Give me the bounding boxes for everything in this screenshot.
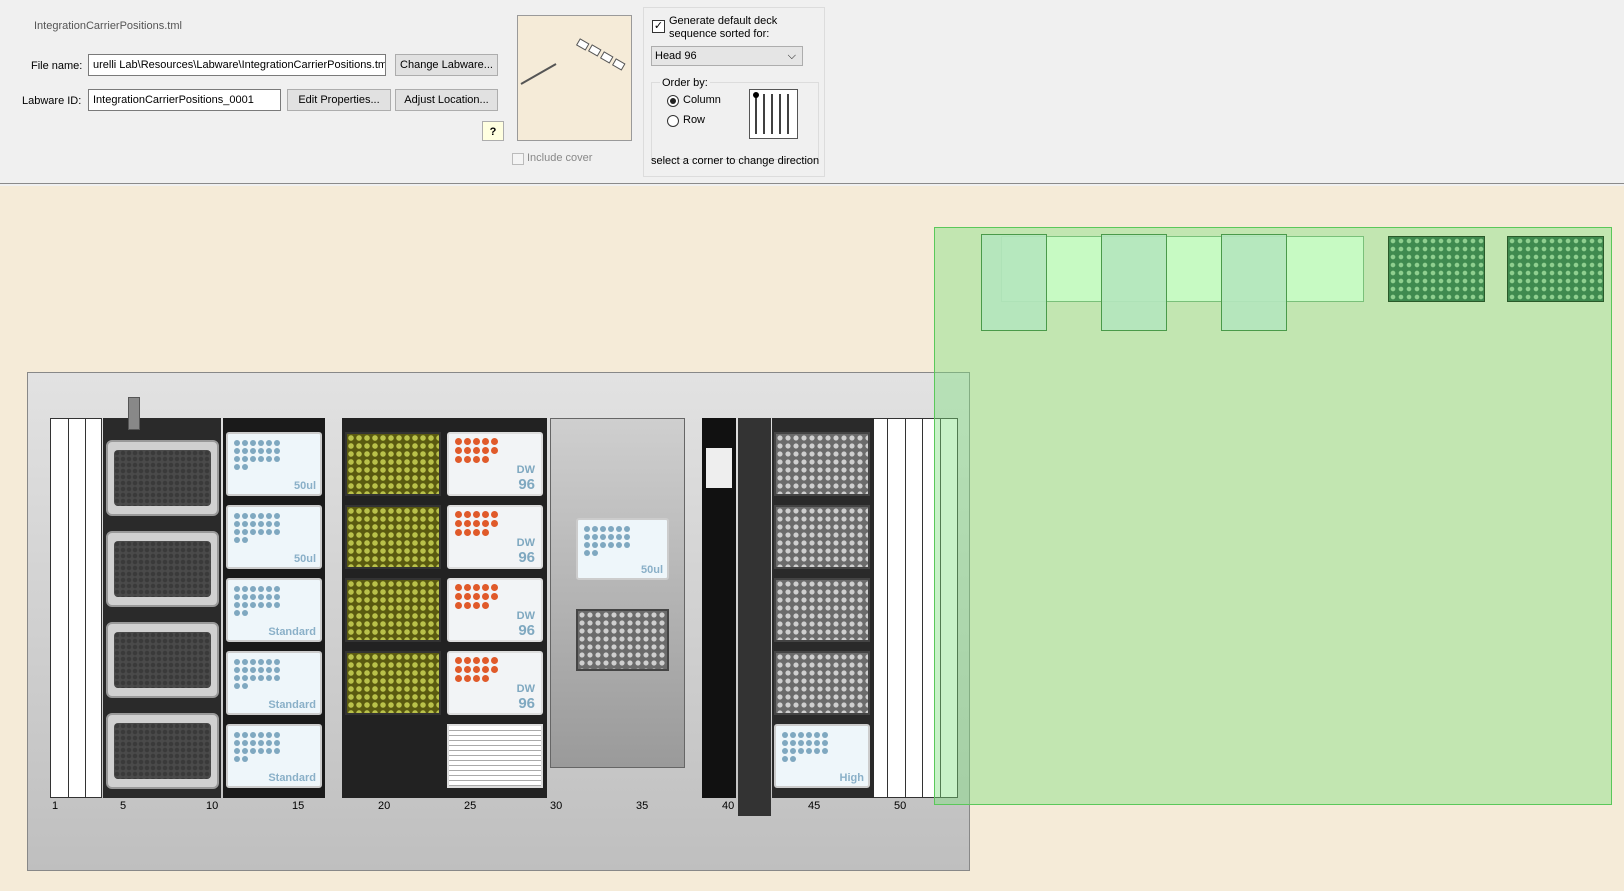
tip-rack-standard[interactable]: Standard <box>226 724 322 788</box>
left-slots <box>50 418 102 798</box>
include-cover-checkbox[interactable] <box>512 153 524 165</box>
center-module[interactable] <box>550 418 685 768</box>
ruler-label: 10 <box>206 800 219 812</box>
ruler-label: 50 <box>894 800 907 812</box>
ruler-label: 35 <box>636 800 649 812</box>
generate-sequence-checkbox[interactable]: ✓ <box>652 20 665 33</box>
plate-96[interactable] <box>774 578 870 642</box>
row-label: Row <box>683 114 706 126</box>
adjust-location-button[interactable]: Adjust Location... <box>395 89 498 111</box>
reservoir[interactable] <box>106 440 219 516</box>
rail <box>68 418 69 798</box>
corner-direction-picker[interactable] <box>749 89 798 139</box>
rail <box>85 418 86 798</box>
tip-strip[interactable] <box>738 418 771 816</box>
tip-rack-standard[interactable]: Standard <box>226 578 322 642</box>
dw-label: DW <box>516 537 535 549</box>
edit-properties-button[interactable]: Edit Properties... <box>287 89 391 111</box>
tip-label: Standard <box>268 772 316 784</box>
plate-96[interactable] <box>774 505 870 569</box>
dw96-position-3[interactable] <box>1221 234 1287 331</box>
plate-96-selected[interactable] <box>1388 236 1485 302</box>
plate-96[interactable] <box>774 651 870 715</box>
corner-hint: select a corner to change direction <box>651 155 820 167</box>
generate-sequence-label: Generate default deck sequence sorted fo… <box>669 15 778 40</box>
plate-96[interactable] <box>774 432 870 496</box>
dw96-position-2[interactable] <box>1101 234 1167 331</box>
carrier-bar <box>1001 236 1364 302</box>
change-labware-button[interactable]: Change Labware... <box>395 54 498 76</box>
filename-caption: IntegrationCarrierPositions.tml <box>34 20 182 32</box>
column-radio[interactable] <box>667 95 679 107</box>
plate-96[interactable] <box>345 432 441 496</box>
reservoir[interactable] <box>106 622 219 698</box>
tip-label: 50ul <box>293 553 316 565</box>
head-select-value: Head 96 <box>655 50 697 62</box>
column-indicator <box>706 448 732 488</box>
dw-96-label: 96 <box>518 549 535 566</box>
tip-label: Standard <box>268 626 316 638</box>
ruler-label: 20 <box>378 800 391 812</box>
column-label: Column <box>683 94 721 106</box>
help-button[interactable]: ? <box>482 121 504 141</box>
reservoir[interactable] <box>106 531 219 607</box>
tip-label: Standard <box>268 699 316 711</box>
ruler-label: 40 <box>722 800 735 812</box>
row-radio[interactable] <box>667 115 679 127</box>
empty-position[interactable] <box>447 724 543 788</box>
preview-drawing <box>520 38 626 85</box>
dw96-position-1[interactable] <box>981 234 1047 331</box>
reservoir[interactable] <box>106 713 219 789</box>
rail <box>887 418 888 798</box>
tip-label: High <box>839 772 864 784</box>
carrier-handle <box>128 397 140 430</box>
dw-96-label: 96 <box>518 622 535 639</box>
rail <box>905 418 906 798</box>
direction-arrows-icon <box>753 92 789 134</box>
ruler-label: 15 <box>292 800 305 812</box>
tip-rack-50ul[interactable]: 50ul <box>226 432 322 496</box>
ruler-label: 5 <box>120 800 127 812</box>
include-cover-label: Include cover <box>527 152 593 164</box>
file-name-field[interactable]: urelli Lab\Resources\Labware\Integration… <box>88 54 386 76</box>
properties-panel: IntegrationCarrierPositions.tml File nam… <box>0 0 1624 184</box>
order-by-group: Order by: Column Row <box>651 77 819 160</box>
dw-96-label: 96 <box>518 476 535 493</box>
chevron-down-icon: ⌵ <box>787 50 796 62</box>
tip-rack-standard[interactable]: Standard <box>226 651 322 715</box>
tip-label: 50ul <box>640 564 663 576</box>
tip-rack-50ul[interactable]: 50ul <box>226 505 322 569</box>
plate-96[interactable] <box>576 609 669 671</box>
deep-well-plate[interactable]: DW 96 <box>447 432 543 496</box>
labware-preview <box>517 15 632 141</box>
question-icon: ? <box>489 126 497 138</box>
deep-well-plate[interactable]: DW 96 <box>447 578 543 642</box>
radio-selected-dot <box>670 98 676 104</box>
deep-well-plate[interactable]: DW 96 <box>447 651 543 715</box>
tip-rack-50ul[interactable]: 50ul <box>576 518 669 580</box>
dw-label: DW <box>516 464 535 476</box>
dw-label: DW <box>516 683 535 695</box>
dw-label: DW <box>516 610 535 622</box>
ruler-label: 45 <box>808 800 821 812</box>
plate-96[interactable] <box>345 505 441 569</box>
labware-id-field[interactable]: IntegrationCarrierPositions_0001 <box>88 89 281 111</box>
sequence-group: ✓ Generate default deck sequence sorted … <box>643 7 825 177</box>
labware-id-label: Labware ID: <box>22 95 82 107</box>
ruler-label: 30 <box>550 800 563 812</box>
order-by-label: Order by: <box>660 77 710 89</box>
rail <box>922 418 923 798</box>
tip-rack-high[interactable]: High <box>774 724 870 788</box>
plate-96[interactable] <box>345 651 441 715</box>
ruler-label: 1 <box>52 800 59 812</box>
dw-96-label: 96 <box>518 695 535 712</box>
tip-label: 50ul <box>293 480 316 492</box>
ruler-label: 25 <box>464 800 477 812</box>
file-name-label: File name: <box>31 60 83 72</box>
plate-96-selected[interactable] <box>1507 236 1604 302</box>
deep-well-plate[interactable]: DW 96 <box>447 505 543 569</box>
plate-96[interactable] <box>345 578 441 642</box>
head-select[interactable]: Head 96 ⌵ <box>651 46 803 66</box>
